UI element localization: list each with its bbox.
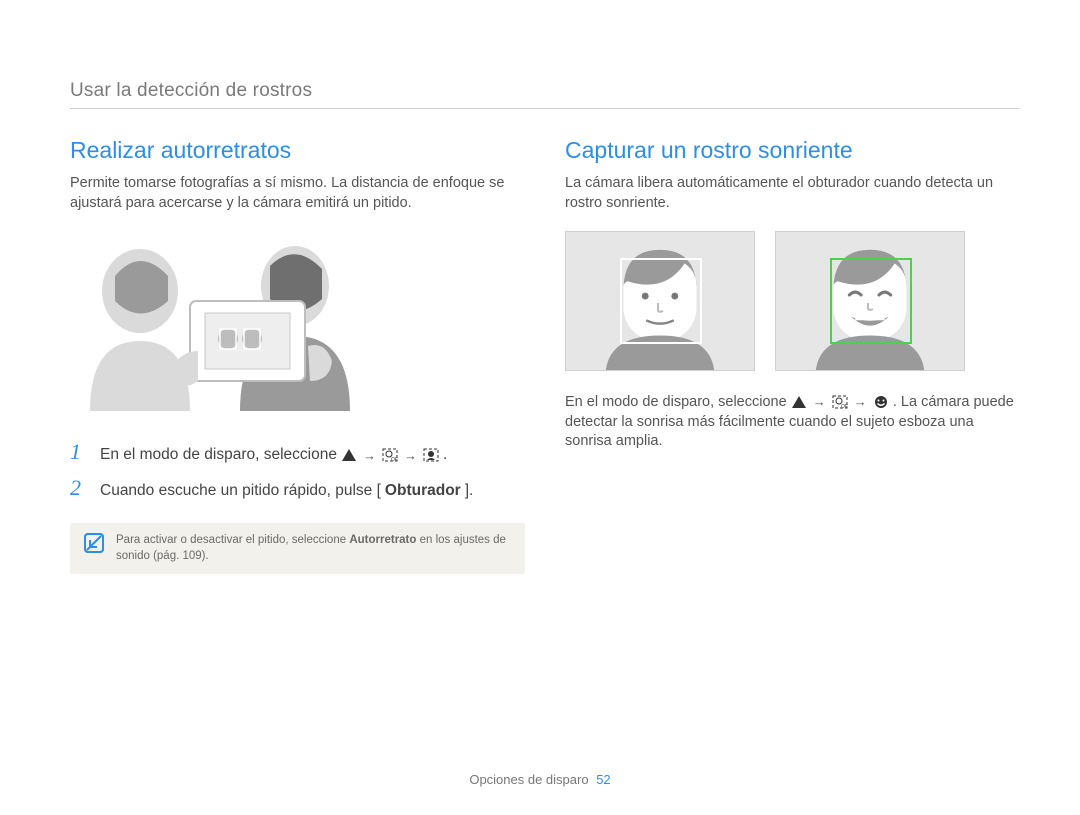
page-footer: Opciones de disparo 52 [0, 772, 1080, 787]
step-1: 1 En el modo de disparo, seleccione → OF… [70, 439, 525, 465]
face-off-icon: OFF [832, 395, 848, 409]
thumb-smiling [775, 231, 965, 371]
svg-text:OFF: OFF [841, 404, 848, 409]
up-triangle-icon [341, 448, 357, 462]
arrow-icon: → [811, 394, 828, 409]
note-text: Para activar o desactivar el pitido, sel… [116, 533, 511, 564]
self-portrait-icon [423, 448, 439, 462]
face-detect-box-white [620, 258, 702, 344]
smile-icon [873, 395, 889, 409]
step-number: 1 [70, 439, 86, 465]
step-text: En el modo de disparo, seleccione → OFF … [100, 446, 447, 464]
note-icon [84, 533, 104, 553]
content-columns: Realizar autorretratos Permite tomarse f… [70, 137, 1020, 574]
arrow-icon: → [852, 394, 869, 409]
face-detect-box-green [830, 258, 912, 344]
left-intro: Permite tomarse fotografías a sí mismo. … [70, 174, 525, 213]
right-title: Capturar un rostro sonriente [565, 137, 1020, 164]
note-box: Para activar o desactivar el pitido, sel… [70, 523, 525, 574]
header-rule [70, 108, 1020, 109]
left-title: Realizar autorretratos [70, 137, 525, 164]
arrow-icon: → [361, 448, 378, 463]
right-paragraph: En el modo de disparo, seleccione → OFF … [565, 393, 1020, 452]
step-2: 2 Cuando escuche un pitido rápido, pulse… [70, 475, 525, 501]
smile-thumbnails [565, 231, 1020, 371]
face-off-icon: OFF [382, 448, 398, 462]
page-header: Usar la detección de rostros [70, 80, 1020, 102]
up-triangle-icon [791, 395, 807, 409]
step-text: Cuando escuche un pitido rápido, pulse [… [100, 482, 473, 500]
right-column: Capturar un rostro sonriente La cámara l… [565, 137, 1020, 574]
steps-list: 1 En el modo de disparo, seleccione → OF… [70, 439, 525, 501]
arrow-icon: → [402, 448, 419, 463]
footer-section: Opciones de disparo [469, 772, 588, 787]
right-intro: La cámara libera automáticamente el obtu… [565, 174, 1020, 213]
thumb-neutral [565, 231, 755, 371]
step-number: 2 [70, 475, 86, 501]
left-column: Realizar autorretratos Permite tomarse f… [70, 137, 525, 574]
svg-text:OFF: OFF [391, 457, 398, 462]
footer-page-number: 52 [596, 772, 610, 787]
selfportrait-illustration [70, 231, 390, 411]
